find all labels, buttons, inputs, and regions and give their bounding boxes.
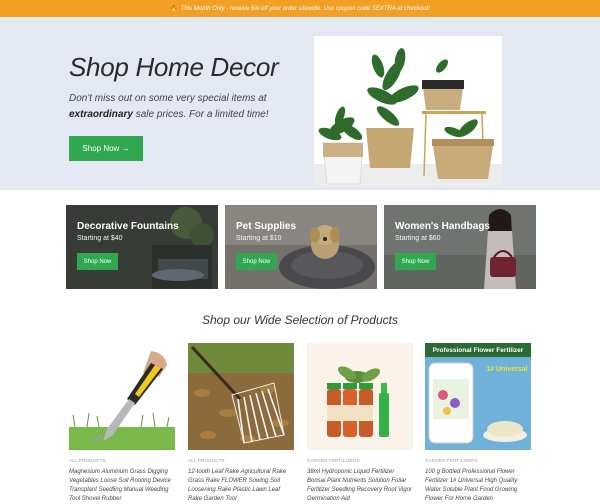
category-title: Decorative Fountains <box>77 221 179 232</box>
hero-subtitle-bold: extraordinary <box>69 109 133 120</box>
product-name[interactable]: 38ml Hydroponic Liquid Fertilizer Bonsai… <box>307 468 413 504</box>
category-shop-now-button[interactable]: Shop Now <box>395 253 436 270</box>
hero-banner: Shop Home Decor Don't miss out on some v… <box>0 17 600 190</box>
category-price: Starting at $60 <box>395 235 441 242</box>
category-title: Pet Supplies <box>236 221 297 232</box>
section-title: Shop our Wide Selection of Products <box>201 313 398 327</box>
product-image-leaf-rake[interactable] <box>188 343 294 450</box>
category-card-fountains[interactable]: Decorative Fountains Starting at $40 Sho… <box>66 205 218 289</box>
fertilizer-label-text: 1# Universal <box>486 366 527 373</box>
hero-subtitle-post: sale prices. For a limited time! <box>135 109 269 120</box>
category-title: Women's Handbags <box>395 221 490 232</box>
product-card[interactable]: GARDEN FERTILIZERS 38ml Hydroponic Liqui… <box>307 343 413 504</box>
product-category: GARDEN FERTILIZERS <box>307 458 360 463</box>
product-category: ALL PRODUCTS <box>188 458 225 463</box>
hero-shop-now-button[interactable]: Shop Now → <box>69 136 143 161</box>
hero-title: Shop Home Decor <box>69 52 279 82</box>
product-name[interactable]: 12-tooth Leaf Rake Agricultural Rake Gra… <box>188 468 294 504</box>
hero-subtitle-pre: Don't miss out on some very special item… <box>69 93 267 104</box>
product-category: GARDEN FERTILIZERS <box>425 458 478 463</box>
product-card[interactable]: ALL PRODUCTS Magnesium Aluminum Grass Di… <box>69 343 175 504</box>
category-price: Starting at $10 <box>236 235 282 242</box>
product-card[interactable]: ALL PRODUCTS 12-tooth Leaf Rake Agricult… <box>188 343 294 504</box>
product-image-liquid-fertilizer[interactable] <box>307 343 413 450</box>
product-category: ALL PRODUCTS <box>69 458 106 463</box>
dog-bed-image <box>225 205 377 289</box>
product-image-flower-fertilizer[interactable]: Professional Flower Fertilizer 1# Univer… <box>425 343 531 450</box>
category-card-pet-supplies[interactable]: Pet Supplies Starting at $10 Shop Now <box>225 205 377 289</box>
category-shop-now-button[interactable]: Shop Now <box>236 253 277 270</box>
product-name[interactable]: Magnesium Aluminum Grass Digging Vegetab… <box>69 468 175 504</box>
category-price: Starting at $40 <box>77 235 123 242</box>
fire-icon: 🔥 <box>170 6 178 12</box>
announcement-text: This Month Only - receive 5% off your or… <box>180 5 430 12</box>
fountain-image <box>66 205 218 289</box>
category-card-handbags[interactable]: Women's Handbags Starting at $60 Shop No… <box>384 205 536 289</box>
category-shop-now-button[interactable]: Shop Now <box>77 253 118 270</box>
product-image-hand-shovel[interactable] <box>69 343 175 450</box>
product-card[interactable]: Professional Flower Fertilizer 1# Univer… <box>425 343 531 504</box>
fertilizer-banner-text: Professional Flower Fertilizer <box>433 347 524 354</box>
hero-plant-baskets-image <box>314 36 502 187</box>
hero-subtitle: Don't miss out on some very special item… <box>69 91 279 123</box>
product-name[interactable]: 100 g Bottled Professional Flower Fertil… <box>425 468 531 504</box>
announcement-bar: 🔥 This Month Only - receive 5% off your … <box>0 0 600 17</box>
handbag-model-image <box>384 205 536 289</box>
